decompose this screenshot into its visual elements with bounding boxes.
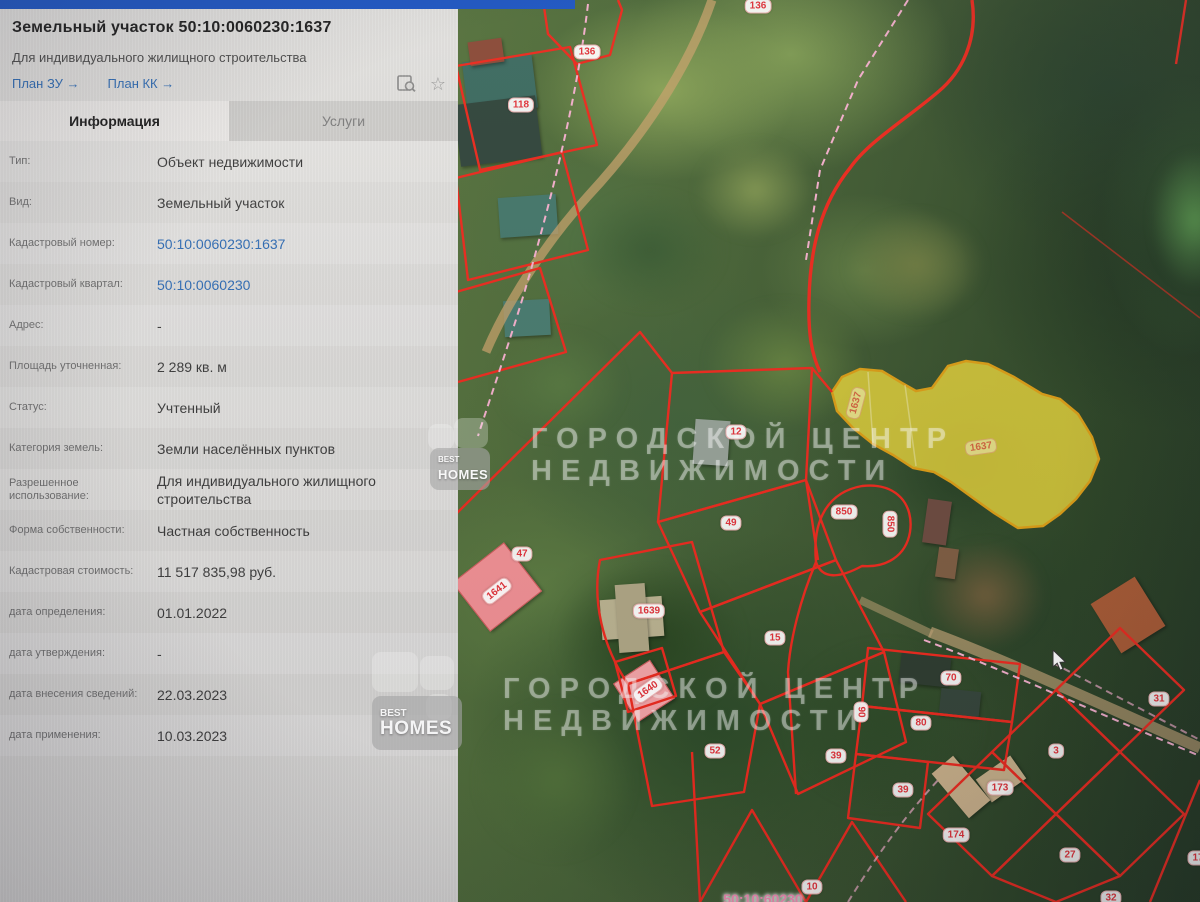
parcel-label-136[interactable]: 136 — [574, 45, 601, 60]
info-row: Площадь уточненная: 2 289 кв. м — [0, 346, 458, 387]
info-row-value: - — [157, 317, 458, 335]
info-row: Разрешенное использование: Для индивидуа… — [0, 469, 458, 510]
parcel-subtitle: Для индивидуального жилищного строительс… — [12, 50, 446, 65]
parcel-label-39[interactable]: 39 — [892, 783, 913, 798]
parcel-label-52[interactable]: 52 — [704, 744, 725, 759]
info-row-label: Площадь уточненная: — [0, 360, 157, 373]
info-row: Кадастровая стоимость: 11 517 835,98 руб… — [0, 551, 458, 592]
parcel-label-49[interactable]: 49 — [720, 516, 741, 531]
info-row: Адрес: - — [0, 305, 458, 346]
info-row: дата внесения сведений: 22.03.2023 — [0, 674, 458, 715]
panel-tabs: Информация Услуги — [0, 101, 458, 141]
parcel-label-136[interactable]: 136 — [745, 0, 772, 14]
info-row: дата применения: 10.03.2023 — [0, 715, 458, 756]
parcel-label-1640[interactable]: 1640 — [630, 675, 665, 706]
parcel-label-1641[interactable]: 1641 — [480, 575, 515, 607]
mouse-cursor — [1052, 650, 1068, 672]
info-row: Кадастровый квартал: 50:10:0060230 — [0, 264, 458, 305]
info-row-label: Кадастровый номер: — [0, 237, 157, 250]
info-row-label: дата внесения сведений: — [0, 688, 157, 701]
info-row-value: 22.03.2023 — [157, 686, 458, 704]
info-row-value: - — [157, 645, 458, 663]
parcel-label-850[interactable]: 850 — [831, 505, 858, 520]
parcel-label-70[interactable]: 70 — [940, 671, 961, 686]
preview-icon[interactable] — [397, 75, 416, 92]
page-title: Земельный участок 50:10:0060230:1637 — [12, 19, 446, 37]
info-row-value: Частная собственность — [157, 522, 458, 540]
info-row: Форма собственности: Частная собственнос… — [0, 510, 458, 551]
parcel-label-80[interactable]: 80 — [910, 716, 931, 731]
parcel-label-39[interactable]: 39 — [825, 749, 846, 764]
info-row-value: Объект недвижимости — [157, 153, 458, 171]
info-row: Тип: Объект недвижимости — [0, 141, 458, 182]
parcel-label-31[interactable]: 31 — [1148, 692, 1169, 707]
info-row: Статус: Учтенный — [0, 387, 458, 428]
info-row-label: Форма собственности: — [0, 524, 157, 537]
favorite-star-icon[interactable]: ☆ — [430, 77, 446, 91]
tab-information[interactable]: Информация — [0, 101, 229, 141]
parcel-label-47[interactable]: 47 — [511, 547, 532, 562]
info-row: дата определения: 01.01.2022 — [0, 592, 458, 633]
info-row-label: Кадастровый квартал: — [0, 278, 157, 291]
parcel-label-3[interactable]: 3 — [1048, 744, 1064, 759]
parcel-label-173[interactable]: 173 — [987, 781, 1014, 796]
parcel-label-90[interactable]: 90 — [854, 701, 869, 722]
info-row-label: Тип: — [0, 155, 157, 168]
info-row: Вид: Земельный участок — [0, 182, 458, 223]
plan-kk-link[interactable]: План КК → — [108, 76, 175, 91]
info-row-value: 01.01.2022 — [157, 604, 458, 622]
parcel-label-15[interactable]: 15 — [764, 631, 785, 646]
parcel-label-17[interactable]: 17 — [1187, 851, 1200, 866]
info-row: дата утверждения: - — [0, 633, 458, 674]
cadastral-map-app: ГОРОДСКОЙ ЦЕНТР НЕДВИЖИМОСТИ ГОРОДСКОЙ Ц… — [0, 0, 1200, 902]
info-row: Кадастровый номер: 50:10:0060230:1637 — [0, 223, 458, 264]
info-row-label: Адрес: — [0, 319, 157, 332]
info-row-value: Земельный участок — [157, 194, 458, 212]
info-row-value: Для индивидуального жилищного строительс… — [157, 472, 458, 508]
info-row-value: 10.03.2023 — [157, 727, 458, 745]
info-row-label: дата утверждения: — [0, 647, 157, 660]
info-row-label: дата определения: — [0, 606, 157, 619]
info-row-label: Статус: — [0, 401, 157, 414]
info-row-label: Разрешенное использование: — [0, 477, 157, 503]
parcel-label-32[interactable]: 32 — [1100, 891, 1121, 902]
parcel-label-174[interactable]: 174 — [943, 828, 970, 843]
parcel-label-12[interactable]: 12 — [725, 425, 746, 440]
parcel-info-panel: Земельный участок 50:10:0060230:1637 Для… — [0, 9, 458, 902]
info-row-value[interactable]: 50:10:0060230:1637 — [157, 235, 458, 253]
info-row-value[interactable]: 50:10:0060230 — [157, 276, 458, 294]
parcel-label-1639[interactable]: 1639 — [633, 604, 665, 619]
parcel-label-118[interactable]: 118 — [508, 98, 534, 113]
top-blue-bar — [0, 0, 575, 9]
info-row-label: Вид: — [0, 196, 157, 209]
info-rows: Тип: Объект недвижимости Вид: Земельный … — [0, 141, 458, 756]
plan-zu-link[interactable]: План ЗУ → — [12, 76, 80, 91]
info-row-label: дата применения: — [0, 729, 157, 742]
info-row-label: Категория земель: — [0, 442, 157, 455]
info-row-value: 11 517 835,98 руб. — [157, 563, 458, 581]
parcel-label-1637[interactable]: 1637 — [845, 385, 868, 420]
info-row-value: 2 289 кв. м — [157, 358, 458, 376]
info-row-label: Кадастровая стоимость: — [0, 565, 157, 578]
info-row: Категория земель: Земли населённых пункт… — [0, 428, 458, 469]
info-row-value: Учтенный — [157, 399, 458, 417]
tab-services[interactable]: Услуги — [229, 101, 458, 141]
info-row-value: Земли населённых пунктов — [157, 440, 458, 458]
parcel-label-850[interactable]: 850 — [883, 511, 898, 538]
parcel-label-27[interactable]: 27 — [1059, 848, 1080, 863]
parcel-label-1637[interactable]: 1637 — [964, 437, 998, 456]
quarter-label[interactable]: 50:10:60230 — [719, 890, 806, 902]
